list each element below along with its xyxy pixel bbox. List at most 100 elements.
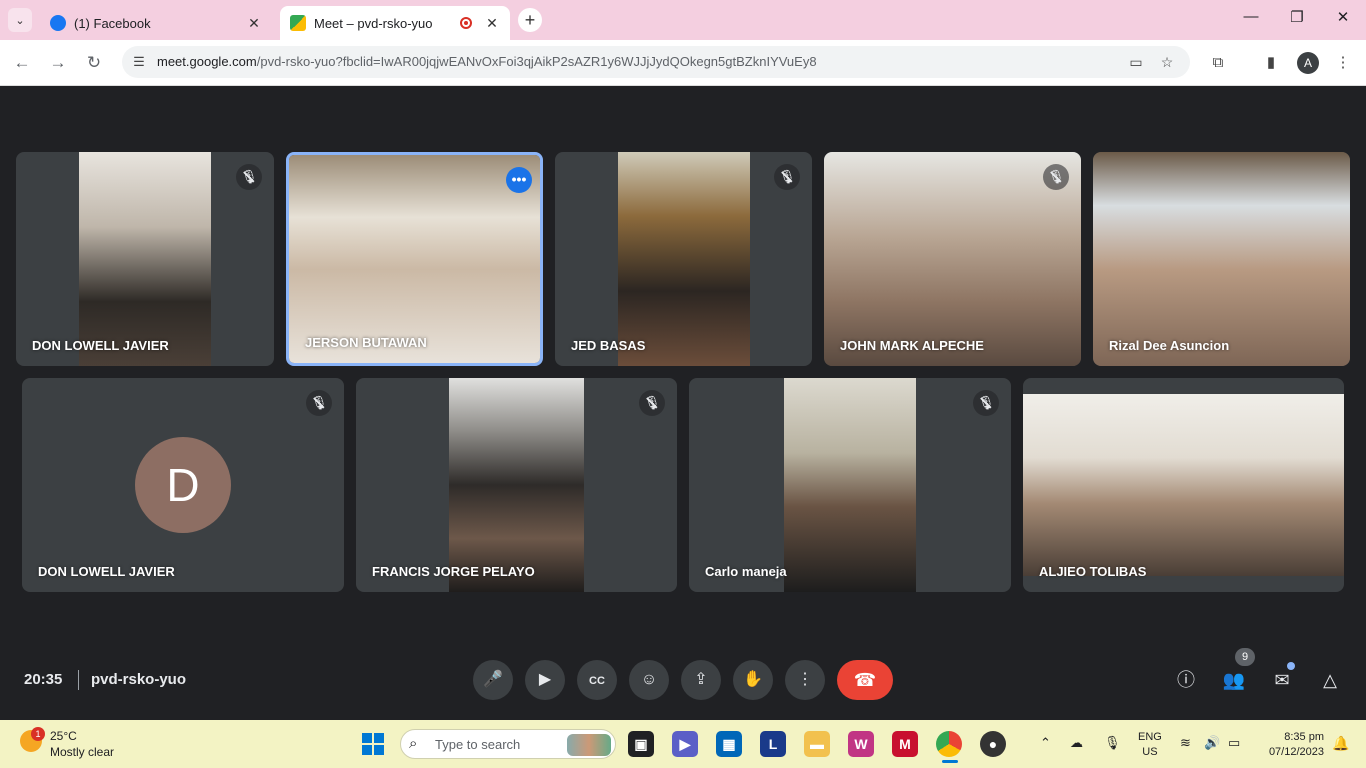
profile-avatar[interactable]: A <box>1297 52 1319 74</box>
participant-video <box>618 152 750 366</box>
present-screen-icon: ⇪ <box>694 671 708 688</box>
hand-icon: ✋ <box>743 671 763 688</box>
restore-button[interactable]: ❐ <box>1274 8 1320 26</box>
microphone-tray-icon[interactable]: 🎙 <box>1104 735 1121 751</box>
bookmark-star-icon[interactable]: ☆ <box>1158 53 1176 71</box>
participant-tile[interactable]: 🎙 Carlo maneja <box>689 378 1011 592</box>
mic-off-icon: 🎙 <box>306 390 332 416</box>
teams-chat-icon[interactable]: ▶ <box>672 731 698 757</box>
tab-search-dropdown-icon[interactable]: ⌄ <box>8 8 32 32</box>
wifi-icon[interactable]: ≋ <box>1180 735 1191 751</box>
participant-tile[interactable]: ALJIEO TOLIBAS <box>1023 378 1344 592</box>
search-icon: ⌕ <box>409 735 418 752</box>
url-text[interactable]: meet.google.com/pvd-rsko-yuo?fbclid=IwAR… <box>157 54 817 69</box>
participant-video <box>784 378 916 592</box>
people-icon: 👥 <box>1222 670 1246 690</box>
participant-tile[interactable]: ••• JERSON BUTAWAN <box>286 152 543 366</box>
tab-strip: ⌄ (1) Facebook ✕ Meet – pvd-rsko-yuo ✕ +… <box>0 0 1366 40</box>
system-clock[interactable]: 8:35 pm 07/12/2023 <box>1260 730 1324 760</box>
microsoft-store-icon[interactable]: ▦ <box>716 731 742 757</box>
tab-title: (1) Facebook <box>74 15 151 31</box>
more-options-icon[interactable]: ••• <box>506 167 532 193</box>
participant-name: ALJIEO TOLIBAS <box>1039 564 1147 579</box>
chat-button[interactable]: ✉ <box>1270 668 1294 692</box>
participant-tile[interactable]: 🎙 JOHN MARK ALPECHE <box>824 152 1081 366</box>
meeting-code: pvd-rsko-yuo <box>91 671 187 688</box>
wps-office-icon[interactable]: W <box>848 731 874 757</box>
captions-button[interactable]: CC <box>577 660 617 700</box>
participant-video <box>449 378 584 592</box>
reactions-button[interactable]: ☺ <box>629 660 669 700</box>
people-button[interactable]: 👥 <box>1222 668 1246 692</box>
browser-menu-icon[interactable]: ⋮ <box>1332 52 1354 74</box>
closed-captions-icon: CC <box>589 675 605 687</box>
participant-tile[interactable]: 🎙 FRANCIS JORGE PELAYO <box>356 378 677 592</box>
language-indicator[interactable]: ENG US <box>1138 730 1162 760</box>
present-button[interactable]: ⇪ <box>681 660 721 700</box>
google-meet-icon <box>290 15 306 31</box>
file-explorer-icon[interactable]: ▬ <box>804 731 830 757</box>
participant-name: FRANCIS JORGE PELAYO <box>372 564 535 579</box>
search-highlight-image <box>567 734 611 756</box>
forward-arrow-icon[interactable]: → <box>47 52 69 74</box>
activities-icon: △ <box>1323 670 1337 690</box>
close-window-button[interactable]: ✕ <box>1320 8 1366 26</box>
taskbar-search[interactable]: ⌕ Type to search <box>400 729 616 759</box>
camera-button[interactable]: ▶ <box>525 660 565 700</box>
mic-off-icon: 🎙 <box>973 390 999 416</box>
extensions-icon[interactable]: ⧉ <box>1207 52 1229 74</box>
new-tab-button[interactable]: + <box>518 8 542 32</box>
participant-tile[interactable]: 🎙 JED BASAS <box>555 152 812 366</box>
minimize-button[interactable]: — <box>1228 8 1274 25</box>
meeting-clock: 20:35 <box>24 671 63 688</box>
tab-title: Meet – pvd-rsko-yuo <box>314 15 433 31</box>
onedrive-icon[interactable]: ☁ <box>1070 735 1083 751</box>
camera-in-use-icon[interactable]: ▭ <box>1127 53 1145 71</box>
participant-tile[interactable]: D 🎙 DON LOWELL JAVIER <box>22 378 344 592</box>
microphone-button[interactable]: 🎤 <box>473 660 513 700</box>
divider <box>78 670 79 690</box>
back-arrow-icon[interactable]: ← <box>11 52 33 74</box>
participant-video <box>824 152 1081 366</box>
leave-call-button[interactable]: ☎ <box>837 660 893 700</box>
close-tab-icon[interactable]: ✕ <box>246 15 262 32</box>
more-options-button[interactable]: ⋮ <box>785 660 825 700</box>
participant-name: DON LOWELL JAVIER <box>38 564 175 579</box>
emoji-icon: ☺ <box>640 671 658 688</box>
task-view-icon[interactable]: ▣ <box>628 731 654 757</box>
volume-icon[interactable]: 🔊 <box>1204 735 1220 751</box>
participant-video <box>1023 394 1344 576</box>
mic-off-icon: 🎙 <box>639 390 665 416</box>
participant-tile[interactable]: 🎙 DON LOWELL JAVIER <box>16 152 274 366</box>
raise-hand-button[interactable]: ✋ <box>733 660 773 700</box>
participant-count-badge: 9 <box>1235 648 1255 666</box>
tab-meet[interactable]: Meet – pvd-rsko-yuo ✕ <box>280 6 510 40</box>
mcafee-icon[interactable]: M <box>892 731 918 757</box>
obs-studio-icon[interactable]: ● <box>980 731 1006 757</box>
close-tab-icon[interactable]: ✕ <box>484 15 500 32</box>
show-hidden-icons-icon[interactable]: ⌃ <box>1040 735 1051 751</box>
l-app-icon[interactable]: L <box>760 731 786 757</box>
participant-name: DON LOWELL JAVIER <box>32 338 169 353</box>
participant-video <box>79 152 211 366</box>
start-button[interactable] <box>362 733 384 755</box>
mic-off-icon: 🎙 <box>236 164 262 190</box>
meeting-details-button[interactable]: ⓘ <box>1174 668 1198 692</box>
participant-video <box>289 155 540 363</box>
microphone-icon: 🎤 <box>483 671 503 688</box>
site-settings-icon[interactable]: ☰ <box>130 53 148 71</box>
tab-facebook[interactable]: (1) Facebook ✕ <box>40 6 272 40</box>
address-bar[interactable]: ☰ meet.google.com/pvd-rsko-yuo?fbclid=Iw… <box>122 46 1190 78</box>
chrome-icon[interactable] <box>936 731 962 757</box>
reload-icon[interactable]: ↻ <box>83 52 105 74</box>
mic-off-icon: 🎙 <box>774 164 800 190</box>
participant-tile[interactable]: Rizal Dee Asuncion <box>1093 152 1350 366</box>
activities-button[interactable]: △ <box>1318 668 1342 692</box>
participant-name: JOHN MARK ALPECHE <box>840 338 984 353</box>
battery-icon[interactable]: ▭ <box>1228 735 1240 751</box>
notifications-icon[interactable]: 🔔 <box>1332 735 1349 752</box>
facebook-icon <box>50 15 66 31</box>
side-panel-icon[interactable]: ▮ <box>1260 52 1282 74</box>
weather-condition[interactable]: Mostly clear <box>50 745 114 759</box>
weather-temperature[interactable]: 25°C <box>50 729 77 743</box>
